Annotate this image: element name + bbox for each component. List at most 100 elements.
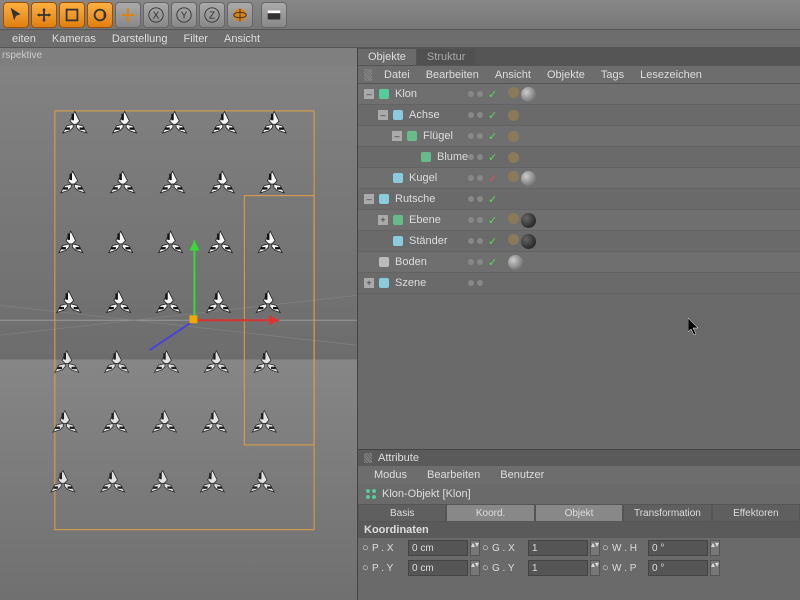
tag-icon[interactable] [508,171,519,182]
menu-item[interactable]: Filter [184,33,208,45]
attributes-title: Klon-Objekt [Klon] [358,484,800,504]
visibility-check-icon[interactable]: ✓ [488,88,497,101]
tab-transform[interactable]: Transformation [623,504,711,522]
tool-move-alt[interactable] [115,2,141,28]
menu-item[interactable]: Darstellung [112,33,168,45]
material-tag[interactable] [521,234,536,249]
visibility-check-icon[interactable]: ✓ [488,256,497,269]
tag-icon[interactable] [508,152,519,163]
tree-row[interactable]: – Achse ✓ [358,105,800,126]
tree-row[interactable]: Kugel ✓ [358,168,800,189]
viewport-perspective[interactable]: rspektive [0,48,358,600]
spinner[interactable]: ▴▾ [710,560,720,576]
visibility-check-icon[interactable]: ✓ [488,151,497,164]
menu-item[interactable]: Ansicht [224,33,260,45]
object-name[interactable]: Ständer [409,235,448,247]
object-tree[interactable]: –Klon✓–Achse✓–Flügel✓Blume✓Kugel✓–Rutsch… [358,84,800,450]
tree-row[interactable]: + Szene [358,273,800,294]
coord-input[interactable] [528,560,588,576]
coord-input[interactable] [648,540,708,556]
tree-row[interactable]: + Ebene ✓ [358,210,800,231]
visibility-check-icon[interactable]: ✓ [488,235,497,248]
tab-basis[interactable]: Basis [358,504,446,522]
tab-structure[interactable]: Struktur [417,49,476,65]
material-tag[interactable] [521,213,536,228]
coord-input[interactable] [528,540,588,556]
tree-row[interactable]: Ständer ✓ [358,231,800,252]
coord-input[interactable] [648,560,708,576]
object-name[interactable]: Szene [395,277,426,289]
menu-user[interactable]: Benutzer [500,469,544,481]
render-button[interactable] [261,2,287,28]
menu-item[interactable]: Kameras [52,33,96,45]
menu-item[interactable]: eiten [12,33,36,45]
coord-input[interactable] [408,540,468,556]
spinner[interactable]: ▴▾ [590,560,600,576]
menu-edit[interactable]: Bearbeiten [426,69,479,81]
tag-icon[interactable] [508,131,519,142]
expander-icon[interactable]: + [364,278,374,288]
tag-icon[interactable] [508,110,519,121]
tree-row[interactable]: – Rutsche ✓ [358,189,800,210]
tree-row[interactable]: – Klon ✓ [358,84,800,105]
spinner[interactable]: ▴▾ [710,540,720,556]
tool-cursor[interactable] [3,2,29,28]
object-panel-menu: Datei Bearbeiten Ansicht Objekte Tags Le… [358,66,800,84]
object-name[interactable]: Flügel [423,130,453,142]
tree-row[interactable]: – Flügel ✓ [358,126,800,147]
object-name[interactable]: Achse [409,109,440,121]
menu-file[interactable]: Datei [384,69,410,81]
expander-icon[interactable]: + [378,215,388,225]
menu-bookmarks[interactable]: Lesezeichen [640,69,702,81]
visibility-check-icon[interactable]: ✓ [488,193,497,206]
visibility-check-icon[interactable]: ✓ [488,172,497,185]
object-name[interactable]: Blume [437,151,468,163]
spinner[interactable]: ▴▾ [470,560,480,576]
menu-edit[interactable]: Bearbeiten [427,469,480,481]
coord-input[interactable] [408,560,468,576]
object-icon [391,234,405,248]
tool-move[interactable] [31,2,57,28]
attributes-panel: Attribute Modus Bearbeiten Benutzer Klon… [358,450,800,600]
object-name[interactable]: Ebene [409,214,441,226]
visibility-check-icon[interactable]: ✓ [488,109,497,122]
material-tag[interactable] [521,87,536,102]
tab-object[interactable]: Objekt [535,504,623,522]
tree-row[interactable]: Blume ✓ [358,147,800,168]
menu-tags[interactable]: Tags [601,69,624,81]
clone-icon [364,487,378,501]
tree-row[interactable]: Boden ✓ [358,252,800,273]
visibility-check-icon[interactable]: ✓ [488,130,497,143]
object-name[interactable]: Klon [395,88,417,100]
tag-icon[interactable] [508,213,519,224]
visibility-check-icon[interactable]: ✓ [488,214,497,227]
menu-objects[interactable]: Objekte [547,69,585,81]
svg-text:X: X [153,10,160,21]
object-name[interactable]: Rutsche [395,193,435,205]
tag-icon[interactable] [508,234,519,245]
axis-z-button[interactable]: Z [199,2,225,28]
object-icon [377,276,391,290]
tab-objects[interactable]: Objekte [358,49,416,65]
axis-x-button[interactable]: X [143,2,169,28]
menu-mode[interactable]: Modus [374,469,407,481]
world-button[interactable] [227,2,253,28]
axis-y-button[interactable]: Y [171,2,197,28]
menu-view[interactable]: Ansicht [495,69,531,81]
expander-icon[interactable]: – [392,131,402,141]
spinner[interactable]: ▴▾ [590,540,600,556]
tag-icon[interactable] [508,87,519,98]
tab-effectors[interactable]: Effektoren [712,504,800,522]
expander-icon[interactable]: – [378,110,388,120]
object-name[interactable]: Kugel [409,172,437,184]
tool-scale[interactable] [59,2,85,28]
attribute-tabs: Basis Koord. Objekt Transformation Effek… [358,504,800,522]
tool-rotate[interactable] [87,2,113,28]
spinner[interactable]: ▴▾ [470,540,480,556]
material-tag[interactable] [508,255,523,270]
tab-coord[interactable]: Koord. [446,504,534,522]
material-tag[interactable] [521,171,536,186]
expander-icon[interactable]: – [364,89,374,99]
object-name[interactable]: Boden [395,256,427,268]
expander-icon[interactable]: – [364,194,374,204]
